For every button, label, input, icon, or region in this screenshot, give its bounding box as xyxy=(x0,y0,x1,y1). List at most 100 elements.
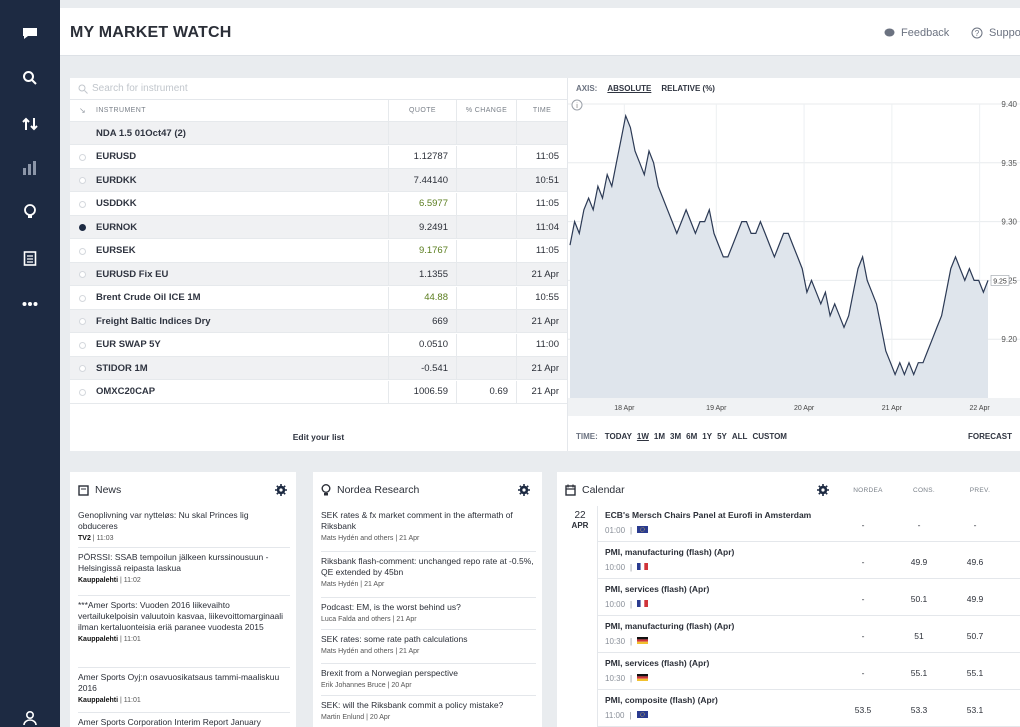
table-row[interactable]: Freight Baltic Indices Dry 669 21 Apr xyxy=(70,310,567,333)
calendar-event[interactable]: PMI, services (flash) (Apr) 10:00 | - 50.1 49… xyxy=(597,580,1020,616)
table-row[interactable]: EUR SWAP 5Y 0.0510 11:00 xyxy=(70,333,567,357)
table-row[interactable]: USDDKK 6.5977 11:05 xyxy=(70,192,567,216)
instrument-name[interactable]: EURNOK xyxy=(70,216,388,238)
select-radio[interactable] xyxy=(79,271,86,278)
time-value: 11:05 xyxy=(516,145,567,168)
select-radio[interactable] xyxy=(79,224,86,231)
calendar-event[interactable]: PMI, manufacturing (flash) (Apr) 10:30 | - 5… xyxy=(597,617,1020,653)
axis-relative-option[interactable]: RELATIVE (%) xyxy=(661,84,715,93)
instrument-name[interactable]: Brent Crude Oil ICE 1M xyxy=(70,287,388,309)
axis-absolute-option[interactable]: ABSOLUTE xyxy=(607,84,651,93)
search-icon[interactable] xyxy=(16,64,44,92)
event-time: 10:30 xyxy=(605,637,626,646)
news-item[interactable]: Amer Sports Corporation Interim Report J… xyxy=(78,717,290,727)
range-option-1m[interactable]: 1M xyxy=(654,432,665,441)
instrument-name[interactable]: EURUSD Fix EU xyxy=(70,263,388,285)
instrument-name[interactable]: Freight Baltic Indices Dry xyxy=(70,310,388,332)
table-row[interactable]: EURNOK 9.2491 11:04 xyxy=(70,216,567,239)
range-option-1w[interactable]: 1W xyxy=(637,432,649,441)
quote-value: 9.2491 xyxy=(388,216,456,238)
divider xyxy=(78,712,290,713)
range-option-6m[interactable]: 6M xyxy=(686,432,697,441)
research-item[interactable]: SEK: will the Riksbank commit a policy m… xyxy=(321,700,536,723)
header-time[interactable]: TIME xyxy=(516,100,567,121)
table-row[interactable]: EURDKK 7.44140 10:51 xyxy=(70,169,567,192)
news-item[interactable]: ***Amer Sports: Vuoden 2016 liikevaihto … xyxy=(78,600,290,645)
calendar-settings-gear-icon[interactable] xyxy=(817,484,829,496)
table-row[interactable]: EURSEK 9.1767 11:05 xyxy=(70,239,567,263)
support-link[interactable]: ? Suppo xyxy=(971,27,1020,39)
y-tick-label: 9.40 xyxy=(1001,100,1017,109)
table-row[interactable]: Brent Crude Oil ICE 1M 44.88 10:55 xyxy=(70,286,567,310)
instrument-name[interactable]: EUR SWAP 5Y xyxy=(70,334,388,356)
research-item[interactable]: SEK rates: some rate path calculations Ma… xyxy=(321,634,536,657)
instrument-name[interactable]: NDA 1.5 01Oct47 (2) xyxy=(70,122,388,144)
price-chart[interactable]: 9.40 9.35 9.30 9.25 9.20 18 Apr 19 Apr 20 Apr 21… xyxy=(568,98,1020,416)
select-radio[interactable] xyxy=(79,153,86,161)
research-item[interactable]: Podcast: EM, is the worst behind us? Luca… xyxy=(321,602,536,625)
search-input[interactable] xyxy=(92,83,552,94)
user-settings-icon[interactable] xyxy=(16,704,44,727)
instrument-name[interactable]: EURSEK xyxy=(70,240,388,262)
calendar-event[interactable]: PMI, services (flash) (Apr) 10:30 | - 55.1 55… xyxy=(597,654,1020,690)
research-date: 20 Apr xyxy=(391,682,412,689)
header-quote[interactable]: QUOTE xyxy=(388,100,456,121)
research-author: Luca Falda and others xyxy=(321,616,391,623)
instrument-name[interactable]: OMXC20CAP xyxy=(70,381,388,403)
table-row[interactable]: EURUSD Fix EU 1.1355 21 Apr xyxy=(70,263,567,286)
select-radio[interactable] xyxy=(79,318,86,325)
research-settings-gear-icon[interactable] xyxy=(518,484,530,496)
select-radio[interactable] xyxy=(79,388,86,396)
range-option-3m[interactable]: 3M xyxy=(670,432,681,441)
instrument-name[interactable]: USDDKK xyxy=(70,193,388,215)
select-radio[interactable] xyxy=(79,177,86,184)
select-radio[interactable] xyxy=(79,200,86,208)
calendar-event[interactable]: PMI, composite (flash) (Apr) 11:00 | 53.5 53… xyxy=(597,691,1020,727)
chat-icon[interactable] xyxy=(16,19,44,47)
change-value xyxy=(456,310,516,332)
news-item[interactable]: Genoplivning var nytteløs: Nu skal Princ… xyxy=(78,510,290,544)
range-option-5y[interactable]: 5Y xyxy=(717,432,727,441)
lightbulb-icon[interactable] xyxy=(16,198,44,226)
news-settings-gear-icon[interactable] xyxy=(275,484,287,496)
research-item[interactable]: Brexit from a Norwegian perspective Erik … xyxy=(321,668,536,691)
research-item[interactable]: Riksbank flash-comment: unchanged repo r… xyxy=(321,556,536,590)
table-row[interactable]: STIDOR 1M -0.541 21 Apr xyxy=(70,357,567,380)
more-icon[interactable] xyxy=(16,290,44,318)
table-row[interactable]: OMXC20CAP 1006.59 0.69 21 Apr xyxy=(70,380,567,404)
range-option-1y[interactable]: 1Y xyxy=(702,432,712,441)
research-date: 21 Apr xyxy=(364,581,385,588)
select-radio[interactable] xyxy=(79,294,86,302)
research-item[interactable]: SEK rates & fx market comment in the aft… xyxy=(321,510,536,544)
bar-chart-icon[interactable] xyxy=(16,154,44,182)
instrument-name[interactable]: EURDKK xyxy=(70,169,388,191)
feedback-link[interactable]: Feedback xyxy=(884,27,949,39)
forecast-button[interactable]: FORECAST xyxy=(968,432,1012,441)
news-headline: Amer Sports Oyj:n osavuosikatsaus tammi-… xyxy=(78,672,280,693)
event-cons-value: 50.1 xyxy=(910,594,928,604)
table-row[interactable]: EURUSD 1.12787 11:05 xyxy=(70,145,567,169)
instrument-name[interactable]: EURUSD xyxy=(70,146,388,168)
range-option-custom[interactable]: CUSTOM xyxy=(752,432,787,441)
header-change[interactable]: % CHANGE xyxy=(456,100,516,121)
range-option-today[interactable]: TODAY xyxy=(605,432,632,441)
event-cons-value: 53.3 xyxy=(910,705,928,715)
header-instrument[interactable]: INSTRUMENT xyxy=(70,100,388,121)
research-date: 21 Apr xyxy=(399,648,420,655)
table-row[interactable]: NDA 1.5 01Oct47 (2) xyxy=(70,122,567,145)
select-radio[interactable] xyxy=(79,247,86,255)
instrument-name[interactable]: STIDOR 1M xyxy=(70,357,388,379)
calendar-event[interactable]: ECB's Mersch Chairs Panel at Eurofi in A… xyxy=(597,506,1020,542)
search-bar xyxy=(70,78,567,100)
news-item[interactable]: Amer Sports Oyj:n osavuosikatsaus tammi-… xyxy=(78,672,290,706)
news-item[interactable]: PÖRSSI: SSAB tempoilun jälkeen kurssinou… xyxy=(78,552,290,586)
sort-icon[interactable]: ↘ xyxy=(79,106,86,115)
research-headline: SEK: will the Riksbank commit a policy m… xyxy=(321,700,504,710)
select-radio[interactable] xyxy=(79,341,86,349)
edit-list-link[interactable]: Edit your list xyxy=(70,422,567,451)
range-option-all[interactable]: ALL xyxy=(732,432,748,441)
clipboard-icon[interactable] xyxy=(16,244,44,272)
select-radio[interactable] xyxy=(79,365,86,372)
trade-arrows-icon[interactable] xyxy=(16,110,44,138)
calendar-event[interactable]: PMI, manufacturing (flash) (Apr) 10:00 | - 4… xyxy=(597,543,1020,579)
